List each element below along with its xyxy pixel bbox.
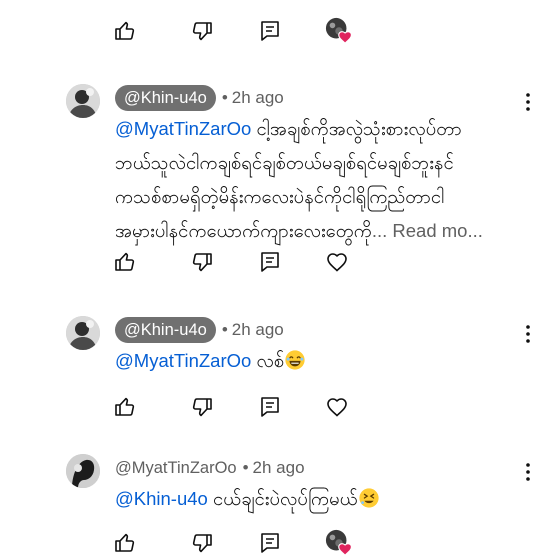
reply-button[interactable] [255, 392, 285, 422]
dislike-button[interactable] [187, 16, 217, 46]
heart-icon [325, 250, 349, 274]
thumbs-down-icon [190, 19, 214, 43]
dislike-button[interactable] [187, 247, 217, 277]
comment-text: @Khin-u4o ငယ်ချင်းပဲလုပ်ကြမယ် [115, 482, 530, 516]
thumbs-up-icon [113, 395, 137, 419]
reply-icon [258, 250, 282, 274]
comment-text-part: ငယ်ချင်းပဲလုပ်ကြမယ် [207, 488, 358, 509]
comment-line: ကသစ်စာမရှိတဲ့မိန်းကလေးပဲနင်ကိုငါရိုကြည်တ… [115, 186, 445, 207]
mention-link[interactable]: @MyatTinZarOo [115, 350, 251, 371]
author-handle[interactable]: @Khin-u4o [115, 85, 216, 111]
comment-text: @MyatTinZarOo ငါ့အချစ်ကိုအလွဲသုံးစားလုပ်… [115, 112, 530, 248]
comment-actions [0, 528, 560, 560]
reply-icon [258, 19, 282, 43]
avatar[interactable] [66, 454, 100, 488]
reply-button[interactable] [255, 528, 285, 558]
mention-link[interactable]: @MyatTinZarOo [115, 118, 251, 139]
thumbs-up-icon [113, 19, 137, 43]
comment-actions [0, 247, 560, 287]
comment-actions [0, 392, 560, 432]
heart-button[interactable] [322, 247, 352, 277]
heart-icon [325, 395, 349, 419]
timestamp[interactable]: 2h ago [232, 88, 284, 108]
like-button[interactable] [110, 528, 140, 558]
more-button[interactable] [518, 322, 538, 346]
reply-icon [258, 395, 282, 419]
creator-heart-icon [325, 17, 353, 45]
thumbs-up-icon [113, 250, 137, 274]
rofl-emoji-icon [358, 487, 380, 509]
comment-meta: @MyatTinZarOo • 2h ago [115, 455, 305, 481]
like-button[interactable] [110, 247, 140, 277]
author-handle[interactable]: @MyatTinZarOo [115, 459, 237, 478]
dislike-button[interactable] [187, 392, 217, 422]
thumbs-down-icon [190, 531, 214, 555]
timestamp[interactable]: 2h ago [253, 458, 305, 478]
meta-separator: • [242, 458, 249, 477]
avatar[interactable] [66, 316, 100, 350]
mention-link[interactable]: @Khin-u4o [115, 488, 208, 509]
meta-separator: • [221, 88, 228, 107]
comment-line: @MyatTinZarOo ငါ့အချစ်ကိုအလွဲသုံးစားလုပ်… [115, 112, 530, 146]
more-vert-icon [526, 325, 530, 343]
laughing-emoji-icon [284, 349, 306, 371]
more-vert-icon [526, 93, 530, 111]
reply-icon [258, 531, 282, 555]
thumbs-up-icon [113, 531, 137, 555]
thumbs-down-icon [190, 395, 214, 419]
creator-heart-icon [325, 529, 353, 557]
comment-text-part: အမှားပါနင်ကယောက်ကျားလေးတွေကို [115, 220, 372, 241]
read-more-link[interactable]: ... Read mo... [372, 220, 483, 241]
meta-separator: • [221, 320, 228, 339]
comment-text-part: လစ် [251, 350, 285, 371]
like-button[interactable] [110, 16, 140, 46]
reply-button[interactable] [255, 247, 285, 277]
comment-meta: @Khin-u4o • 2h ago [115, 317, 284, 343]
heart-button[interactable] [322, 392, 352, 422]
creator-heart-badge [324, 528, 354, 558]
reply-button[interactable] [255, 16, 285, 46]
comment-text-part: ငါ့အချစ်ကိုအလွဲသုံးစားလုပ်တာ [251, 118, 462, 139]
comment-line: @Khin-u4o ငယ်ချင်းပဲလုပ်ကြမယ် [115, 482, 530, 516]
creator-heart-badge [324, 16, 354, 46]
comment-actions-top [0, 16, 560, 56]
comment-text: @MyatTinZarOo လစ် [115, 344, 530, 378]
comment-line: ဘယ်သူလဲငါကချစ်ရင်ချစ်တယ်မချစ်ရင်မချစ်ဘူး… [115, 152, 454, 173]
more-button[interactable] [518, 90, 538, 114]
timestamp[interactable]: 2h ago [232, 320, 284, 340]
avatar[interactable] [66, 84, 100, 118]
thumbs-down-icon [190, 250, 214, 274]
comment-meta: @Khin-u4o • 2h ago [115, 85, 284, 111]
like-button[interactable] [110, 392, 140, 422]
author-handle[interactable]: @Khin-u4o [115, 317, 216, 343]
comment-line: @MyatTinZarOo လစ် [115, 344, 530, 378]
comment-line: အမှားပါနင်ကယောက်ကျားလေးတွေကို... Read mo… [115, 214, 530, 248]
more-button[interactable] [518, 460, 538, 484]
more-vert-icon [526, 463, 530, 481]
dislike-button[interactable] [187, 528, 217, 558]
